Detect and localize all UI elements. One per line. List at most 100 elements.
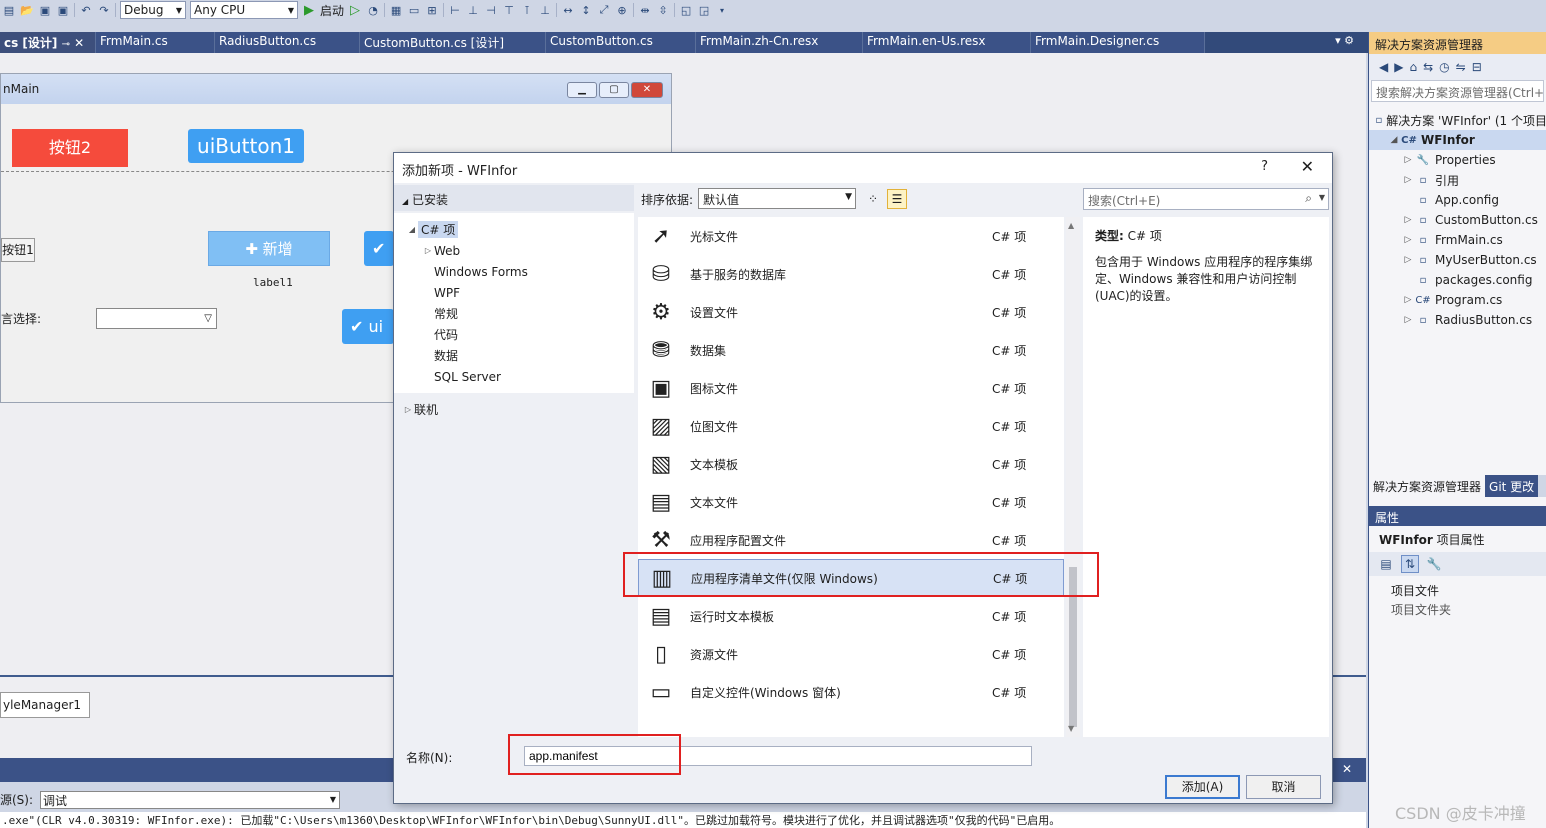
tree-item-category[interactable]: 数据 [394, 345, 634, 366]
bring-front-icon[interactable]: ◱ [679, 3, 693, 17]
tab-custombutton-design[interactable]: CustomButton.cs [设计] [360, 32, 546, 53]
grid-icon[interactable]: ⊞ [425, 3, 439, 17]
collapsed-arrow-icon[interactable]: ▷ [1401, 155, 1415, 165]
template-list-item[interactable]: ▧ 文本模板 C# 项 [638, 445, 1064, 483]
template-list-item[interactable]: ▨ 位图文件 C# 项 [638, 407, 1064, 445]
align-bottom-icon[interactable]: ⊥ [538, 3, 552, 17]
property-pages-icon[interactable]: 🔧 [1425, 555, 1443, 573]
tab-frmmain-design[interactable]: cs [设计] ⊸ ✕ [0, 32, 96, 53]
size-to-grid-icon[interactable]: ⊕ [615, 3, 629, 17]
tree-item-category[interactable]: 常规 [394, 303, 634, 324]
tree-item-category[interactable]: ◢ C# 项 [394, 219, 634, 240]
switch-views-icon[interactable]: ⇆ [1423, 60, 1433, 74]
save-all-icon[interactable]: ▣ [56, 3, 70, 17]
solution-tree-item[interactable]: ▫ packages.config [1369, 270, 1546, 290]
property-project-folder[interactable]: 项目文件夹 [1369, 601, 1546, 619]
history-icon[interactable]: ◷ [1439, 60, 1449, 74]
new-project-icon[interactable]: ▤ [2, 3, 16, 17]
solution-tree-item[interactable]: ▷ C# Program.cs [1369, 290, 1546, 310]
list-view-icon[interactable]: ☰ [887, 189, 907, 209]
same-height-icon[interactable]: ↕ [579, 3, 593, 17]
template-list-item[interactable]: ▥ 应用程序清单文件(仅限 Windows) C# 项 [638, 559, 1064, 597]
close-icon[interactable]: ✕ [1342, 762, 1352, 776]
label-1[interactable]: label1 [253, 276, 293, 289]
tree-item-category[interactable]: WPF [394, 282, 634, 303]
forward-icon[interactable]: ▶ [1394, 60, 1403, 74]
align-left-icon[interactable]: ⊢ [448, 3, 462, 17]
collapse-icon[interactable]: ⊟ [1472, 60, 1482, 74]
toolbar-overflow-icon[interactable]: ▾ [715, 3, 729, 17]
template-list-item[interactable]: ⛃ 数据集 C# 项 [638, 331, 1064, 369]
home-icon[interactable]: ⌂ [1409, 60, 1417, 74]
hot-reload-icon[interactable]: ◔ [366, 3, 380, 17]
language-combo[interactable]: ▽ [96, 308, 217, 329]
button-1[interactable]: 按钮1 [1, 238, 35, 262]
installed-header[interactable]: ◢ 已安装 [394, 185, 634, 211]
tree-item-category[interactable]: 代码 [394, 324, 634, 345]
vertical-spacing-icon[interactable]: ⇳ [656, 3, 670, 17]
solution-tree-item[interactable]: ▷ ▫ 引用 [1369, 170, 1546, 190]
tree-item-online[interactable]: ▷ 联机 [394, 399, 634, 420]
tree-item-category[interactable]: Windows Forms [394, 261, 634, 282]
tree-item-category[interactable]: ▷ Web [394, 240, 634, 261]
align-middle-icon[interactable]: ⊺ [520, 3, 534, 17]
template-list-item[interactable]: ➚ 光标文件 C# 项 [638, 217, 1064, 255]
tree-item-category[interactable]: SQL Server [394, 366, 634, 387]
pin-icon[interactable]: ⊸ [62, 39, 70, 50]
solution-tree-item[interactable]: ▷ ▫ CustomButton.cs [1369, 210, 1546, 230]
solution-tree-item[interactable]: ◢ C# WFInfor [1369, 130, 1546, 150]
back-icon[interactable]: ◀ [1379, 60, 1388, 74]
send-back-icon[interactable]: ◲ [697, 3, 711, 17]
scroll-thumb[interactable] [1069, 567, 1077, 727]
close-icon[interactable]: ✕ [74, 36, 84, 50]
align-top-icon[interactable]: ⊤ [502, 3, 516, 17]
template-list-item[interactable]: ▤ 运行时文本模板 C# 项 [638, 597, 1064, 635]
template-list-item[interactable]: ⚒ 应用程序配置文件 C# 项 [638, 521, 1064, 559]
start-button[interactable]: 启动 [320, 2, 344, 19]
ui-button-1[interactable]: uiButton1 [188, 129, 304, 163]
collapsed-arrow-icon[interactable]: ▷ [1401, 295, 1415, 305]
config-select[interactable]: Debug ▼ [120, 1, 186, 19]
template-list-item[interactable]: ⛁ 基于服务的数据库 C# 项 [638, 255, 1064, 293]
align-right-icon[interactable]: ⊣ [484, 3, 498, 17]
solution-tree-item[interactable]: ▷ 🔧 Properties [1369, 150, 1546, 170]
layout-icon[interactable]: ▭ [407, 3, 421, 17]
collapsed-arrow-icon[interactable]: ▷ [1401, 215, 1415, 225]
output-source-select[interactable]: 调试 ▼ [40, 791, 340, 809]
horizontal-spacing-icon[interactable]: ⇹ [638, 3, 652, 17]
cancel-button[interactable]: 取消 [1246, 775, 1321, 799]
expanded-arrow-icon[interactable]: ◢ [406, 225, 418, 234]
template-list-item[interactable]: ▣ 图标文件 C# 项 [638, 369, 1064, 407]
scroll-up-icon[interactable]: ▲ [1068, 221, 1074, 230]
style-manager-component[interactable]: yleManager1 [0, 692, 90, 718]
browse-icon[interactable]: ▦ [389, 3, 403, 17]
template-list-scrollbar[interactable]: ▲ ▼ [1066, 217, 1080, 737]
add-button[interactable]: ✚ 新增 [208, 231, 330, 266]
tab-git-changes[interactable]: Git 更改 [1485, 475, 1539, 497]
same-width-icon[interactable]: ↔ [561, 3, 575, 17]
collapsed-arrow-icon[interactable]: ▷ [1401, 235, 1415, 245]
collapsed-arrow-icon[interactable]: ▷ [1401, 255, 1415, 265]
solution-tree-item[interactable]: ▫ App.config [1369, 190, 1546, 210]
undo-icon[interactable]: ↶ [79, 3, 93, 17]
help-icon[interactable]: ? [1261, 159, 1268, 174]
template-list-item[interactable]: ⚙ 设置文件 C# 项 [638, 293, 1064, 331]
tab-frmmain-designer-cs[interactable]: FrmMain.Designer.cs [1031, 32, 1205, 53]
collapsed-arrow-icon[interactable]: ▷ [1401, 175, 1415, 185]
save-icon[interactable]: ▣ [38, 3, 52, 17]
tab-radiusbutton-cs[interactable]: RadiusButton.cs [215, 32, 360, 53]
template-list-item[interactable]: ▯ 资源文件 C# 项 [638, 635, 1064, 673]
align-center-icon[interactable]: ⊥ [466, 3, 480, 17]
tab-frmmain-zhcn-resx[interactable]: FrmMain.zh-Cn.resx [696, 32, 863, 53]
alphabetical-icon[interactable]: ⇅ [1401, 555, 1419, 573]
template-list-item[interactable]: ▤ 文本文件 C# 项 [638, 483, 1064, 521]
same-size-icon[interactable]: ⤢ [597, 3, 611, 17]
check-button[interactable]: ✔ [364, 231, 394, 266]
redo-icon[interactable]: ↷ [97, 3, 111, 17]
categorized-icon[interactable]: ▤ [1377, 555, 1395, 573]
solution-tree-item[interactable]: ▫ 解决方案 'WFInfor' (1 个项目 [1369, 110, 1546, 130]
small-icons-view-icon[interactable]: ⁘ [863, 189, 883, 209]
solution-tree-item[interactable]: ▷ ▫ FrmMain.cs [1369, 230, 1546, 250]
solution-tree-item[interactable]: ▷ ▫ RadiusButton.cs [1369, 310, 1546, 330]
tab-solution-explorer[interactable]: 解决方案资源管理器 [1369, 475, 1486, 497]
